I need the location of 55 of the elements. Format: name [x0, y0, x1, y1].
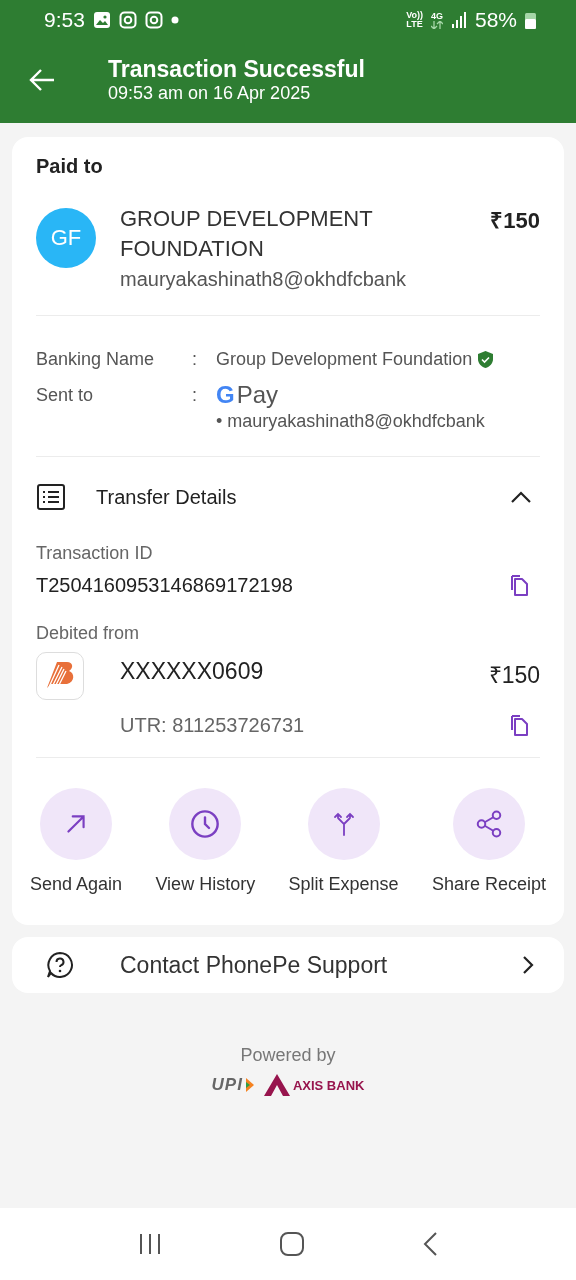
- clock-icon: [189, 808, 222, 840]
- dot-icon: [170, 16, 179, 24]
- detail-value: Group Development Foundation: [216, 348, 473, 371]
- colon: :: [192, 348, 198, 371]
- section-title: Transfer Details: [96, 485, 238, 509]
- split-icon: [331, 811, 356, 837]
- battery-percent: 58%: [474, 8, 517, 32]
- google-g-logo: G: [216, 382, 235, 408]
- action-button[interactable]: Split Expense: [288, 788, 399, 895]
- detail-value: • mauryakashinath8@okhdfcbank: [216, 410, 485, 433]
- volte-label: Vo)): [406, 11, 423, 20]
- home-icon[interactable]: [279, 1231, 305, 1257]
- list-icon: [36, 483, 66, 511]
- utr-number: UTR: 811253726731: [120, 714, 305, 737]
- upi-logo: UPI: [211, 1075, 243, 1095]
- transaction-time: 09:53 am on 16 Apr 2025: [108, 82, 312, 104]
- upi-arrow-icon: [245, 1078, 254, 1092]
- back-arrow-icon[interactable]: [28, 68, 56, 92]
- debited-amount: ₹150: [488, 661, 540, 690]
- signal-icon: [450, 12, 467, 28]
- chevron-right-icon: [522, 955, 534, 975]
- copy-icon[interactable]: [510, 714, 530, 737]
- payee-upi-id: mauryakashinath8@okhdfcbank: [120, 268, 408, 291]
- pay-logo-text: Pay: [236, 382, 279, 408]
- powered-by-label: Powered by: [240, 1045, 336, 1066]
- detail-label: Banking Name: [36, 348, 156, 371]
- amount: ₹150: [490, 207, 540, 235]
- field-label: Debited from: [36, 623, 141, 644]
- recent-apps-icon[interactable]: [138, 1233, 163, 1255]
- chevron-icon[interactable]: [510, 490, 532, 504]
- payee-name: GROUP DEVELOPMENT FOUNDATION: [120, 205, 374, 263]
- support-button[interactable]: Contact PhonePe Support: [12, 937, 564, 993]
- transaction-id: T2504160953146869172198: [36, 574, 293, 597]
- status-time: 9:53: [44, 8, 85, 32]
- instagram-icon: [144, 11, 163, 29]
- action-button[interactable]: Share Receipt: [431, 788, 546, 895]
- lte-label: LTE: [406, 20, 423, 29]
- battery-icon: [525, 11, 536, 29]
- screen-title: Transaction Successful: [108, 56, 365, 82]
- colon: :: [192, 384, 198, 407]
- detail-label: Sent to: [36, 384, 95, 407]
- data-arrows-icon: [430, 20, 443, 29]
- back-icon[interactable]: [421, 1231, 438, 1257]
- axis-bank-logo: AXIS BANK: [292, 1077, 365, 1093]
- initials-avatar: GF: [36, 208, 96, 268]
- action-button[interactable]: View History: [155, 788, 256, 895]
- gallery-icon: [92, 11, 111, 29]
- account-number: XXXXXX0609: [120, 658, 264, 686]
- help-icon: [46, 951, 74, 979]
- copy-icon[interactable]: [510, 574, 530, 597]
- paid-to-label: Paid to: [36, 155, 104, 178]
- axis-logo-icon: [263, 1074, 290, 1096]
- field-label: Transaction ID: [36, 543, 154, 564]
- network-label: 4G: [430, 11, 443, 21]
- instagram-icon: [118, 11, 137, 29]
